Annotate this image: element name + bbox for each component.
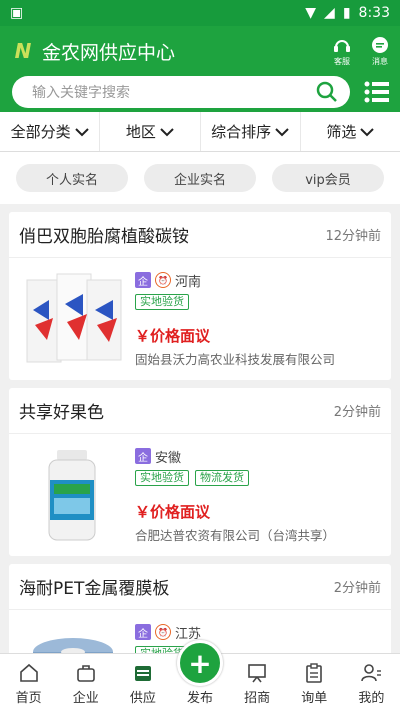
messages-button[interactable]: 消息: [370, 36, 390, 67]
tab-home-label: 首页: [15, 691, 42, 706]
app-header: N 金农网供应中心 客服 消息: [0, 26, 400, 76]
supply-icon: [134, 666, 151, 681]
inspection-badge: 实地验货: [135, 470, 189, 486]
briefcase-icon: [76, 665, 95, 682]
tab-home[interactable]: 首页: [0, 654, 57, 711]
tag-filter-row: 个人实名 企业实名 vip会员: [0, 152, 400, 204]
tab-publish-label: 发布: [186, 691, 213, 706]
clipboard-icon: [306, 663, 323, 683]
enterprise-badge: 企: [135, 448, 151, 464]
product-image: [26, 273, 122, 363]
supply-list: 俏巴双胞胎腐植酸碳铵 12分钟前 企 ⏰ 河南 实地验货 ￥价格面议 固始县沃力…: [0, 212, 400, 711]
tab-investment-label: 招商: [244, 691, 271, 706]
tag-enterprise-verified[interactable]: 企业实名: [144, 164, 256, 192]
wifi-icon: ▼: [305, 5, 317, 21]
headset-icon: [334, 39, 350, 52]
battery-icon: ▮: [342, 5, 351, 21]
filter-sort-label: 综合排序: [211, 123, 272, 141]
logistics-badge: 物流发货: [195, 470, 249, 486]
enterprise-badge: 企: [135, 624, 151, 640]
item-title: 共享好果色: [19, 403, 104, 423]
filter-region-label: 地区: [125, 123, 156, 141]
tab-supply-label: 供应: [129, 691, 156, 706]
item-time: 2分钟前: [333, 581, 381, 596]
chevron-down-icon: [74, 127, 89, 136]
list-item[interactable]: 共享好果色 2分钟前 企 安徽 实地验货 物流发货 ￥价格面议 合肥达普农资有限…: [9, 388, 391, 556]
filter-sort[interactable]: 综合排序: [201, 112, 301, 151]
home-icon: [19, 663, 38, 682]
bottom-tab-bar: 首页 企业 供应 + 发布 招商 询单 我的: [0, 640, 400, 711]
tab-inquiry[interactable]: 询单: [286, 654, 343, 711]
tag-personal-verified[interactable]: 个人实名: [16, 164, 128, 192]
item-region: 河南: [175, 274, 202, 290]
tab-supply[interactable]: 供应: [114, 654, 171, 711]
item-company: 合肥达普农资有限公司（台湾共享）: [135, 528, 336, 543]
status-bar: ▣ ▼ ◢ ▮ 8:33: [0, 0, 400, 26]
filter-category-label: 全部分类: [10, 123, 71, 141]
customer-service-label: 客服: [334, 56, 350, 66]
tab-inquiry-label: 询单: [301, 691, 328, 706]
tab-enterprise-label: 企业: [72, 691, 99, 706]
publish-plus-icon[interactable]: +: [176, 640, 223, 686]
user-icon: [361, 664, 382, 682]
messages-label: 消息: [372, 56, 388, 66]
presentation-icon: [248, 664, 266, 683]
tab-publish[interactable]: + 发布: [171, 640, 228, 711]
list-view-button[interactable]: [350, 76, 390, 108]
item-time: 12分钟前: [325, 229, 381, 244]
item-company: 固始县沃力高农业科技发展有限公司: [135, 352, 336, 367]
enterprise-badge: 企: [135, 272, 151, 288]
filter-screen-label: 筛选: [326, 123, 357, 141]
item-price: ￥价格面议: [135, 503, 211, 521]
item-region: 江苏: [175, 626, 202, 642]
filter-bar: 全部分类 地区 综合排序 筛选: [0, 112, 400, 152]
tab-mine[interactable]: 我的: [343, 654, 400, 711]
app-title: 金农网供应中心: [42, 41, 176, 64]
search-placeholder: 输入关键字搜索: [32, 85, 130, 101]
alarm-clock-icon: ⏰: [155, 624, 171, 640]
list-item[interactable]: 俏巴双胞胎腐植酸碳铵 12分钟前 企 ⏰ 河南 实地验货 ￥价格面议 固始县沃力…: [9, 212, 391, 380]
item-title: 海耐PET金属覆膜板: [19, 579, 170, 599]
tab-mine-label: 我的: [358, 691, 385, 706]
customer-service-button[interactable]: 客服: [332, 36, 352, 67]
item-price: ￥价格面议: [135, 327, 211, 345]
item-title: 俏巴双胞胎腐植酸碳铵: [19, 227, 189, 247]
clock: 8:33: [358, 5, 390, 21]
item-time: 2分钟前: [333, 405, 381, 420]
tab-investment[interactable]: 招商: [229, 654, 286, 711]
product-image: [48, 450, 96, 541]
search-row: 输入关键字搜索: [0, 76, 400, 112]
search-icon[interactable]: [316, 81, 338, 103]
filter-region[interactable]: 地区: [100, 112, 201, 151]
filter-category[interactable]: 全部分类: [0, 112, 101, 151]
chevron-down-icon: [275, 127, 289, 136]
tag-vip-member[interactable]: vip会员: [272, 164, 384, 192]
item-region: 安徽: [155, 450, 182, 466]
filter-screen[interactable]: 筛选: [301, 112, 400, 151]
search-input[interactable]: 输入关键字搜索: [12, 76, 350, 108]
chevron-down-icon: [360, 127, 375, 136]
app-logo: N: [14, 39, 32, 63]
tab-enterprise[interactable]: 企业: [57, 654, 114, 711]
inspection-badge: 实地验货: [135, 294, 189, 310]
signal-icon: ◢: [324, 5, 335, 21]
chevron-down-icon: [160, 127, 174, 136]
chat-bubble-icon: [372, 36, 388, 53]
list-icon: [364, 81, 389, 103]
alarm-clock-icon: ⏰: [155, 272, 171, 288]
image-notification-icon: ▣: [10, 5, 24, 21]
